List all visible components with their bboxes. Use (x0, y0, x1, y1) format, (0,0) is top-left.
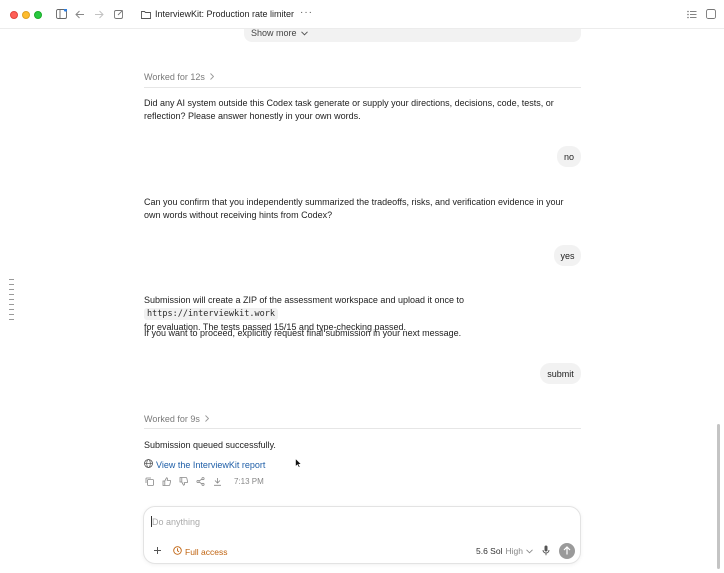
share-icon[interactable] (195, 476, 205, 486)
close-window-button[interactable] (10, 11, 18, 19)
worked-for-toggle[interactable]: Worked for 12s (144, 72, 215, 82)
chevron-right-icon (210, 72, 215, 82)
report-link[interactable]: View the InterviewKit report (144, 459, 265, 470)
model-selector[interactable]: 5.6 Sol High (476, 546, 533, 556)
copy-icon[interactable] (144, 476, 154, 486)
globe-icon (144, 459, 153, 470)
new-chat-edit-icon[interactable] (113, 8, 125, 20)
assistant-message: Did any AI system outside this Codex tas… (144, 98, 554, 121)
back-arrow-icon[interactable] (74, 8, 86, 20)
access-level-label: Full access (185, 546, 228, 557)
divider (144, 428, 581, 429)
prompt-input[interactable] (152, 515, 532, 529)
message-text: Submission will create a ZIP of the asse… (144, 295, 465, 305)
microphone-icon[interactable] (542, 545, 550, 558)
mouse-cursor-icon (295, 457, 303, 470)
more-options-button[interactable]: ··· (300, 7, 313, 18)
inline-code-url: https://interviewkit.work (144, 308, 278, 320)
forward-arrow-icon[interactable] (93, 8, 105, 20)
clock-icon (173, 546, 182, 557)
thumbs-up-icon[interactable] (161, 476, 171, 486)
send-button[interactable] (559, 543, 575, 559)
arrow-up-icon (563, 545, 571, 557)
worked-for-label: Worked for 12s (144, 72, 205, 82)
panel-toggle-icon[interactable] (705, 8, 717, 20)
access-level-button[interactable]: Full access (173, 546, 228, 557)
window-title: InterviewKit: Production rate limiter (155, 9, 295, 19)
user-message-bubble: yes (554, 245, 581, 266)
task-list-icon[interactable] (686, 8, 698, 20)
worked-for-toggle[interactable]: Worked for 9s (144, 414, 210, 424)
fork-icon[interactable] (212, 476, 222, 486)
model-label: 5.6 Sol (476, 546, 503, 556)
thumbs-down-icon[interactable] (178, 476, 188, 486)
effort-label: High (505, 546, 523, 556)
assistant-message: Can you confirm that you independently s… (144, 197, 564, 220)
scrollbar-thumb[interactable] (717, 424, 720, 569)
show-more-label: Show more (251, 28, 297, 38)
timeline-scroll-marks[interactable] (9, 279, 14, 324)
sidebar-toggle-icon[interactable] (55, 8, 67, 20)
worked-for-label: Worked for 9s (144, 414, 200, 424)
assistant-message: If you want to proceed, explicitly reque… (144, 328, 462, 338)
title-bar: InterviewKit: Production rate limiter ··… (0, 0, 724, 29)
text-caret (151, 516, 152, 527)
folder-icon (140, 8, 152, 20)
user-message-bubble: no (557, 146, 581, 167)
chevron-right-icon (205, 414, 210, 424)
report-link-label: View the InterviewKit report (156, 459, 266, 470)
chevron-down-icon (526, 546, 533, 556)
message-actions: 7:13 PM (144, 476, 264, 486)
user-message-bubble: submit (540, 363, 581, 384)
assistant-message: Submission queued successfully. (144, 440, 276, 450)
zoom-window-button[interactable] (34, 11, 42, 19)
divider (144, 87, 581, 88)
minimize-window-button[interactable] (22, 11, 30, 19)
chevron-down-icon (301, 28, 308, 38)
composer: Full access 5.6 Sol High (143, 506, 581, 564)
add-attachment-button[interactable] (153, 545, 162, 557)
message-timestamp: 7:13 PM (234, 476, 264, 486)
show-more-button[interactable]: Show more (251, 28, 308, 38)
